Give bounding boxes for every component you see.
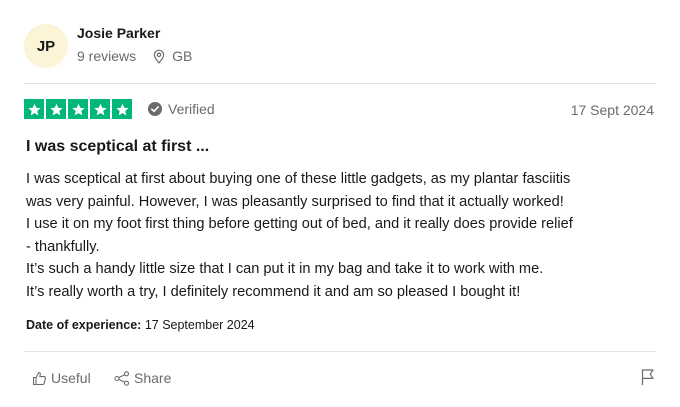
review-body-line: It’s such a handy little size that I can… <box>26 261 544 277</box>
share-button[interactable]: Share <box>114 370 171 386</box>
verified-badge[interactable]: Verified <box>148 101 215 117</box>
review-body-line: I was sceptical at first about buying on… <box>26 171 571 187</box>
review-body-line: I use it on my foot first thing before g… <box>26 216 573 232</box>
divider <box>24 83 656 84</box>
star-icon <box>112 99 132 119</box>
review-body-line: was very painful. However, I was pleasan… <box>26 193 564 210</box>
divider <box>24 351 656 352</box>
review-body-line: - thankfully. <box>26 238 100 255</box>
star-icon <box>24 99 44 119</box>
star-rating <box>24 99 132 119</box>
experience-label: Date of experience: <box>26 318 142 332</box>
avatar[interactable]: JP <box>24 24 68 68</box>
useful-label: Useful <box>51 370 91 386</box>
flag-icon[interactable] <box>640 368 656 386</box>
thumbs-up-icon <box>32 371 46 385</box>
star-icon <box>90 99 110 119</box>
share-icon <box>114 370 130 386</box>
verified-label: Verified <box>168 101 215 117</box>
useful-button[interactable]: Useful <box>32 370 91 386</box>
review-card: JP Josie Parker 9 reviews GB Verified 17… <box>24 0 656 407</box>
experience-date: 17 September 2024 <box>144 318 255 332</box>
review-count: 9 reviews <box>77 48 137 64</box>
review-date: 17 Sept 2024 <box>570 102 654 118</box>
review-title[interactable]: I was sceptical at first ... <box>26 138 209 156</box>
share-label: Share <box>134 370 172 386</box>
star-icon <box>46 99 66 119</box>
reviewer-name[interactable]: Josie Parker <box>77 25 160 41</box>
star-icon <box>68 99 88 119</box>
location-pin-icon <box>153 49 165 64</box>
reviewer-country: GB <box>172 48 193 64</box>
review-body-line: It’s really worth a try, I definitely re… <box>26 283 521 300</box>
review-body: I was sceptical at first about buying on… <box>26 168 656 303</box>
reviewer-meta: 9 reviews GB <box>77 48 192 64</box>
date-of-experience: Date of experience: 17 September 2024 <box>26 318 255 332</box>
avatar-initials: JP <box>36 37 56 55</box>
verified-check-icon <box>148 102 162 116</box>
